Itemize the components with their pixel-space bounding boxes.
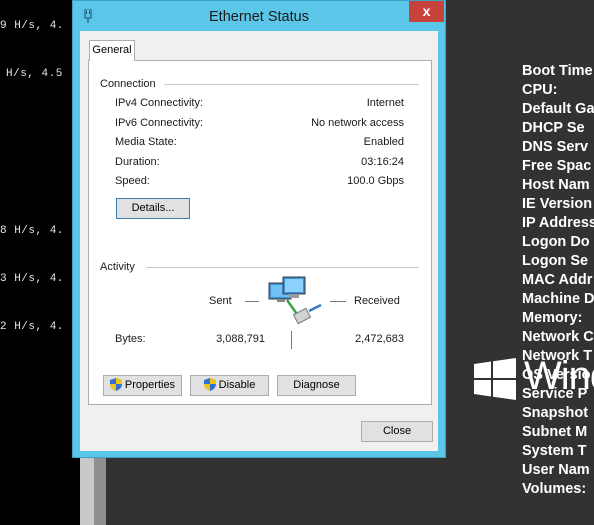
uac-shield-icon [203, 378, 216, 391]
details-button[interactable]: Details... [116, 198, 190, 219]
terminal-line: 8 H/s, 4. [0, 225, 64, 237]
bginfo-label: IE Version [522, 196, 593, 212]
bytes-label: Bytes: [115, 333, 146, 345]
windows-wordmark: Windo [524, 354, 594, 398]
speed-value: 100.0 Gbps [347, 175, 404, 187]
title-bar[interactable]: Ethernet Status x [73, 1, 445, 31]
received-label: Received [354, 295, 400, 307]
bytes-separator [291, 331, 292, 349]
activity-section-header: Activity [100, 261, 135, 273]
terminal-line: H/s, 4.5 [6, 68, 63, 80]
received-line [330, 301, 346, 302]
connection-divider [164, 84, 419, 85]
window-title: Ethernet Status [209, 9, 309, 25]
uac-shield-icon [109, 378, 122, 391]
sent-label: Sent [209, 295, 232, 307]
ipv4-connectivity-label: IPv4 Connectivity: [115, 97, 204, 109]
bytes-received-value: 2,472,683 [355, 333, 404, 345]
bginfo-label: Default Ga [522, 101, 594, 117]
diagnose-button[interactable]: Diagnose [277, 375, 356, 396]
bginfo-label: Free Spac [522, 158, 592, 174]
connection-section-header: Connection [100, 78, 156, 90]
disable-button[interactable]: Disable [190, 375, 269, 396]
close-window-button[interactable]: x [409, 1, 444, 22]
speed-label: Speed: [115, 175, 150, 187]
bginfo-label: Memory: [522, 310, 583, 326]
dialog-client-area: General Connection IPv4 Connectivity: In… [80, 31, 438, 451]
background-window-scrollbar [94, 456, 106, 525]
bginfo-label: DNS Serv [522, 139, 589, 155]
ipv6-connectivity-label: IPv6 Connectivity: [115, 117, 204, 129]
bginfo-label: Host Nam [522, 177, 590, 193]
disable-button-label: Disable [218, 379, 256, 391]
bginfo-label: Network C [522, 329, 594, 345]
windows-logo-icon [474, 358, 516, 400]
bginfo-label: Machine D [522, 291, 594, 307]
terminal-panel: 9 H/s, 4. H/s, 4.5 8 H/s, 4. 3 H/s, 4. 2… [0, 0, 80, 525]
bginfo-label: MAC Addr [522, 272, 593, 288]
bginfo-label: Volumes: [522, 481, 587, 497]
media-state-value: Enabled [363, 136, 404, 148]
bytes-sent-value: 3,088,791 [216, 333, 265, 345]
ipv4-connectivity-value: Internet [366, 97, 404, 109]
tab-general[interactable]: General [89, 40, 135, 61]
bginfo-label: CPU: [522, 82, 558, 98]
terminal-line: 9 H/s, 4. [0, 20, 64, 32]
media-state-label: Media State: [115, 136, 177, 148]
bginfo-label: Boot Time [522, 63, 593, 79]
terminal-line: 3 H/s, 4. [0, 273, 64, 285]
bginfo-label: Logon Do [522, 234, 590, 250]
properties-button-label: Properties [124, 379, 176, 391]
bginfo-label: User Nam [522, 462, 590, 478]
bginfo-label: Logon Se [522, 253, 589, 269]
bginfo-label: Snapshot [522, 405, 589, 421]
bginfo-label: System T [522, 443, 587, 459]
terminal-line: 2 H/s, 4. [0, 321, 64, 333]
duration-label: Duration: [115, 156, 160, 168]
activity-divider [146, 267, 419, 268]
duration-value: 03:16:24 [361, 156, 404, 168]
sent-line [245, 301, 259, 302]
bginfo-label: Subnet M [522, 424, 588, 440]
close-icon: x [422, 3, 431, 19]
bginfo-label: DHCP Se [522, 120, 585, 136]
bginfo-label: IP Address [522, 215, 594, 231]
close-button[interactable]: Close [361, 421, 433, 442]
bginfo-panel: Boot Time CPU: Default Ga DHCP Se DNS Se… [522, 62, 594, 499]
general-tab-panel: Connection IPv4 Connectivity: Internet I… [88, 60, 432, 405]
ipv6-connectivity-value: No network access [311, 117, 404, 129]
ethernet-status-window: Ethernet Status x General Connection IPv… [72, 0, 446, 458]
properties-button[interactable]: Properties [103, 375, 182, 396]
network-computers-icon [268, 276, 322, 325]
